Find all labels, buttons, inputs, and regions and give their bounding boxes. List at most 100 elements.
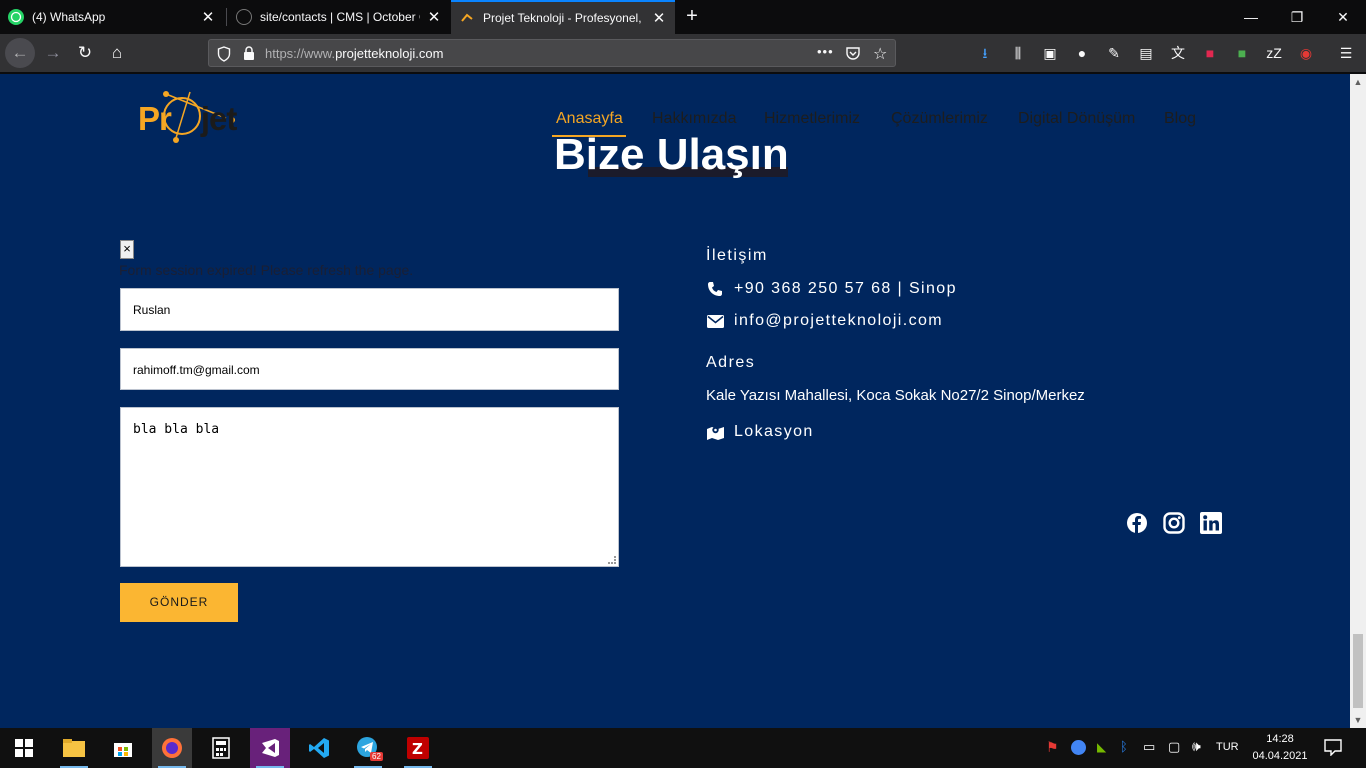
browser-toolbar: ← → ↻ ⌂ https://www.projetteknoloji.com … xyxy=(0,34,1366,73)
october-cms-icon xyxy=(236,9,252,25)
scroll-down-arrow-icon[interactable]: ▼ xyxy=(1350,712,1366,728)
instagram-icon[interactable] xyxy=(1163,512,1187,536)
nav-digital-donusum[interactable]: Digital Dönüşüm xyxy=(1018,110,1135,128)
translate-icon[interactable]: 文 xyxy=(1170,45,1186,61)
telegram-badge: 62 xyxy=(370,752,383,761)
reload-button[interactable]: ↻ xyxy=(70,38,100,68)
bluetooth-icon[interactable]: ᛒ xyxy=(1120,739,1128,754)
url-bar[interactable]: https://www.projetteknoloji.com ••• ☆ xyxy=(208,39,896,67)
network-icon[interactable]: ▢ xyxy=(1168,739,1180,755)
page-scrollbar[interactable]: ▲ ▼ xyxy=(1350,74,1366,728)
page-actions-menu-icon[interactable]: ••• xyxy=(817,44,834,59)
extension-green-icon[interactable]: ■ xyxy=(1234,45,1250,61)
address-heading: Adres xyxy=(706,354,756,371)
contact-heading: İletişim xyxy=(706,247,768,264)
tray-app-icon[interactable] xyxy=(1071,740,1086,755)
page-viewport: Pr jet Anasayfa Hakkımızda Hizmetlerimiz … xyxy=(0,74,1350,728)
file-explorer-icon[interactable] xyxy=(54,728,94,768)
nav-anasayfa[interactable]: Anasayfa xyxy=(556,110,623,128)
downloads-icon[interactable]: ⭳ xyxy=(977,45,993,61)
snooze-icon[interactable]: zZ xyxy=(1266,45,1282,61)
scrollbar-thumb[interactable] xyxy=(1353,634,1363,708)
notification-center-icon[interactable] xyxy=(1324,738,1342,761)
nav-blog[interactable]: Blog xyxy=(1164,110,1196,128)
filezilla-icon[interactable]: Z xyxy=(398,728,438,768)
tab-whatsapp[interactable]: (4) WhatsApp ✕ xyxy=(0,0,224,34)
hamburger-menu-icon[interactable]: ☰ xyxy=(1338,45,1354,61)
tab-title: Projet Teknoloji - Profesyonel, xyxy=(483,11,642,25)
eyedropper-icon[interactable]: ✎ xyxy=(1106,45,1122,61)
message-textarea[interactable]: bla bla bla xyxy=(120,407,619,567)
extension-red-icon[interactable]: ■ xyxy=(1202,45,1218,61)
lock-icon[interactable] xyxy=(243,46,255,66)
submit-button[interactable]: GÖNDER xyxy=(120,583,238,622)
phone-line[interactable]: +90 368 250 57 68 | Sinop xyxy=(706,280,957,298)
battery-icon[interactable]: ▭ xyxy=(1143,739,1155,755)
telegram-icon[interactable]: 62 xyxy=(348,728,388,768)
facebook-icon[interactable] xyxy=(1126,512,1150,536)
linkedin-icon[interactable] xyxy=(1200,512,1224,536)
reader-icon[interactable]: ▤ xyxy=(1138,45,1154,61)
tab-october-cms[interactable]: site/contacts | CMS | October C ✕ xyxy=(228,0,450,34)
email-line[interactable]: info@projetteknoloji.com xyxy=(706,312,943,330)
back-button[interactable]: ← xyxy=(5,38,35,68)
account-icon[interactable]: ● xyxy=(1074,45,1090,61)
message-text: bla bla bla xyxy=(133,422,220,437)
logo-text: Pr jet xyxy=(138,100,237,138)
resize-grip-icon[interactable] xyxy=(608,556,616,564)
flag-icon[interactable]: ⚑ xyxy=(1046,739,1059,756)
pocket-icon[interactable] xyxy=(845,45,861,66)
tab-title: site/contacts | CMS | October C xyxy=(260,10,420,24)
new-tab-button[interactable]: + xyxy=(680,4,704,28)
nav-cozumlerimiz[interactable]: Çözümlerimiz xyxy=(891,110,988,128)
windows-start-icon[interactable] xyxy=(4,728,44,768)
close-tab-icon[interactable]: ✕ xyxy=(651,9,667,27)
close-alert-button[interactable]: × xyxy=(120,240,134,259)
close-window-button[interactable]: ✕ xyxy=(1320,0,1366,34)
windows-taskbar: 62 Z ⚑ ◣ ᛒ ▭ ▢ 🕪 TUR 14:28 04.04.2021 xyxy=(0,728,1366,768)
visual-studio-icon[interactable] xyxy=(250,728,290,768)
url-domain: projetteknoloji.com xyxy=(335,46,444,61)
nav-hizmetlerimiz[interactable]: Hizmetlerimiz xyxy=(764,110,860,128)
firefox-icon[interactable] xyxy=(152,728,192,768)
phone-text: +90 368 250 57 68 | Sinop xyxy=(734,280,957,297)
forward-button[interactable]: → xyxy=(38,38,68,68)
sidebar-icon[interactable]: ▣ xyxy=(1042,45,1058,61)
nvidia-icon[interactable]: ◣ xyxy=(1097,740,1106,754)
bookmark-star-icon[interactable]: ☆ xyxy=(873,44,887,64)
calculator-icon[interactable] xyxy=(201,728,241,768)
url-text[interactable]: https://www.projetteknoloji.com xyxy=(265,46,443,61)
vscode-icon[interactable] xyxy=(299,728,339,768)
svg-text:Z: Z xyxy=(412,740,423,758)
nav-hakkimizda[interactable]: Hakkımızda xyxy=(652,110,736,128)
shield-icon[interactable] xyxy=(217,46,231,67)
email-text: info@projetteknoloji.com xyxy=(734,312,944,329)
close-tab-icon[interactable]: ✕ xyxy=(426,8,442,26)
site-logo[interactable]: Pr jet xyxy=(138,88,258,148)
name-field[interactable]: Ruslan xyxy=(120,288,619,331)
projet-favicon xyxy=(459,10,475,26)
page-title: Bize Ulaşın xyxy=(554,130,789,179)
clock-time[interactable]: 14:28 xyxy=(1252,733,1308,745)
tab-projet-teknoloji[interactable]: Projet Teknoloji - Profesyonel, ✕ xyxy=(451,0,675,34)
extension-circle-icon[interactable]: ◉ xyxy=(1298,45,1314,61)
language-indicator[interactable]: TUR xyxy=(1216,741,1239,753)
whatsapp-icon xyxy=(8,9,24,25)
minimize-button[interactable]: — xyxy=(1228,0,1274,34)
scroll-up-arrow-icon[interactable]: ▲ xyxy=(1350,74,1366,90)
url-prefix: https://www. xyxy=(265,46,336,61)
store-icon[interactable] xyxy=(103,728,143,768)
email-field[interactable]: rahimoff.tm@gmail.com xyxy=(120,348,619,390)
address-text: Kale Yazısı Mahallesi, Koca Sokak No27/2… xyxy=(706,387,1085,404)
volume-icon[interactable]: 🕪 xyxy=(1192,738,1201,755)
clock-date[interactable]: 04.04.2021 xyxy=(1250,750,1310,762)
form-error-message: Form session expired! Please refresh the… xyxy=(119,262,414,278)
location-text: Lokasyon xyxy=(734,423,814,440)
location-link[interactable]: Lokasyon xyxy=(706,423,814,441)
close-tab-icon[interactable]: ✕ xyxy=(200,8,216,26)
restore-button[interactable]: ❐ xyxy=(1274,0,1320,34)
tab-title: (4) WhatsApp xyxy=(32,10,106,24)
library-icon[interactable]: ⫼ xyxy=(1010,45,1026,61)
logo-text-part1: Pr xyxy=(138,100,172,137)
home-button[interactable]: ⌂ xyxy=(102,38,132,68)
